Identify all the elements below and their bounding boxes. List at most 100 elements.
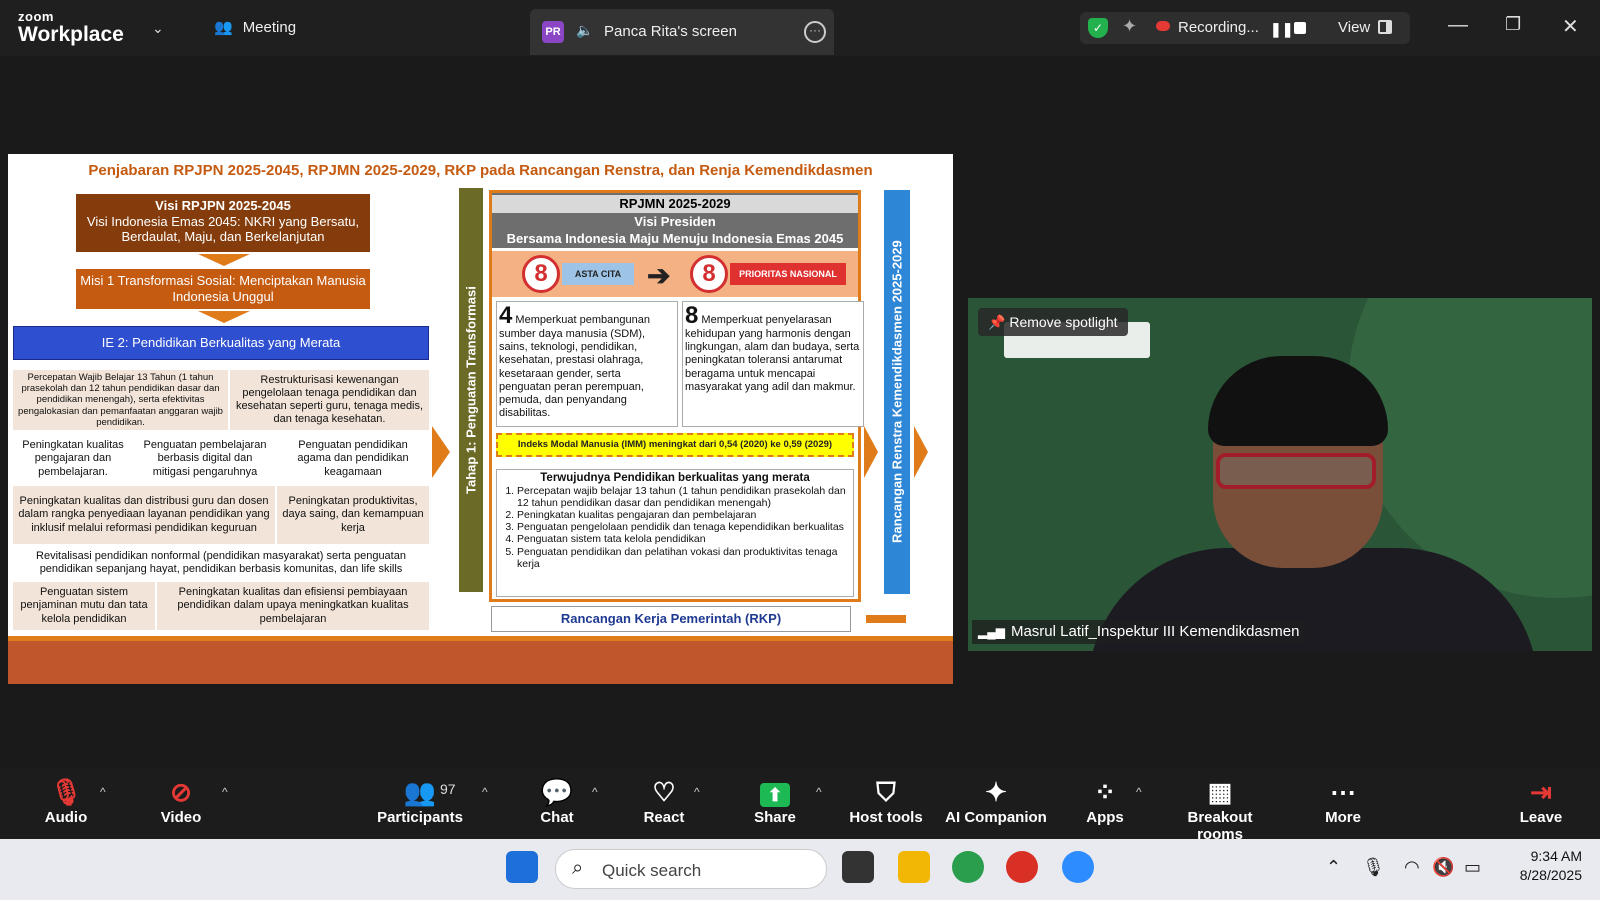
participants-label: Participants <box>377 809 463 826</box>
tahap-bar: Tahap 1: Penguatan Transformasi <box>459 188 483 592</box>
rpjmn-title: RPJMN 2025-2029 <box>492 195 858 213</box>
chrome-profile-icon[interactable] <box>1006 851 1038 883</box>
ai-sparkle-icon[interactable]: ✦ <box>1122 16 1137 37</box>
presenter-avatar: PR <box>542 21 564 43</box>
chat-caret[interactable]: ^ <box>592 785 598 799</box>
view-label[interactable]: View <box>1338 19 1370 36</box>
goal-item: Percepatan wajib belajar 13 tahun (1 tah… <box>517 485 847 509</box>
pause-recording-icon[interactable]: ❚❚ <box>1270 21 1293 38</box>
goal-box: Terwujudnya Pendidikan berkualitas yang … <box>496 469 854 597</box>
meeting-stage: Penjabaran RPJPN 2025-2045, RPJMN 2025-2… <box>0 56 1600 767</box>
tray-chevron-icon[interactable]: ⌃ <box>1326 857 1341 878</box>
task-view-icon[interactable] <box>842 851 874 883</box>
more-label: More <box>1325 809 1361 826</box>
file-explorer-icon[interactable] <box>898 851 930 883</box>
priority-8-text: Memperkuat penyelarasan kehidupan yang h… <box>685 314 860 393</box>
apps-icon: ⁘ <box>1094 777 1116 807</box>
react-label: React <box>643 809 685 826</box>
share-caret[interactable]: ^ <box>816 785 822 799</box>
react-button[interactable]: ♡ React <box>640 775 688 826</box>
participants-caret[interactable]: ^ <box>482 785 488 799</box>
eight-badge: 8 <box>522 255 560 293</box>
zoom-app-icon[interactable] <box>1062 851 1094 883</box>
react-caret[interactable]: ^ <box>694 785 700 799</box>
recording-label: Recording... <box>1178 19 1259 36</box>
breakout-rooms-button[interactable]: ▦ Breakout rooms <box>1164 775 1276 843</box>
goal-title: Terwujudnya Pendidikan berkualitas yang … <box>540 472 810 484</box>
leave-icon: ⇥ <box>1530 777 1552 807</box>
screen-share-indicator[interactable]: PR 🔈 Panca Rita's screen ··· <box>530 9 834 55</box>
apps-caret[interactable]: ^ <box>1136 785 1142 799</box>
chat-button[interactable]: 💬 Chat <box>536 775 578 826</box>
priority-8-num: 8 <box>685 302 699 329</box>
signal-bars-icon: ▂▄▆ <box>978 625 1005 639</box>
strategy-cell: Revitalisasi pendidikan nonformal (pendi… <box>13 546 429 580</box>
slide-title: Penjabaran RPJPN 2025-2045, RPJMN 2025-2… <box>88 162 873 179</box>
host-tools-button[interactable]: ⛉ Host tools <box>848 775 924 826</box>
goal-item: Penguatan pendidikan dan pelatihan vokas… <box>517 546 847 570</box>
zoom-logo: zoom Workplace <box>18 10 124 45</box>
cloud-recording-icon <box>1156 21 1170 31</box>
prioritas-label: PRIORITAS NASIONAL <box>730 263 846 285</box>
video-button[interactable]: ⊘ Video <box>154 775 208 826</box>
brand-top: zoom <box>18 9 54 24</box>
apps-button[interactable]: ⁘ Apps <box>1084 775 1126 826</box>
audio-caret[interactable]: ^ <box>100 785 106 799</box>
spotlight-label: Remove spotlight <box>1009 314 1118 330</box>
share-label: Share <box>754 809 796 826</box>
ai-companion-button[interactable]: ✦ AI Companion <box>944 775 1048 826</box>
microphone-tray-icon[interactable]: 🎙 <box>1362 857 1385 878</box>
video-caret[interactable]: ^ <box>222 785 228 799</box>
priority-4-num: 4 <box>499 302 513 329</box>
strategy-cell: Peningkatan kualitas pengajaran dan pemb… <box>13 436 133 482</box>
close-icon[interactable]: ✕ <box>1562 14 1579 39</box>
heart-icon: ♡ <box>652 777 676 807</box>
meeting-toolbar: 🎙 Audio ^ ⊘ Video ^ 👥 Participants 97 ^ … <box>0 767 1600 843</box>
audio-button[interactable]: 🎙 Audio <box>40 775 92 826</box>
strategy-cell: Peningkatan kualitas dan distribusi guru… <box>13 486 275 544</box>
chevron-down-icon[interactable]: ⌄ <box>152 20 164 37</box>
more-button[interactable]: ⋯ More <box>1320 775 1366 826</box>
wifi-icon[interactable]: ◠ <box>1404 857 1420 878</box>
arrow-right-icon: ➔ <box>647 260 671 291</box>
asta-cita-label: ASTA CITA <box>562 263 634 285</box>
restore-icon[interactable]: ❐ <box>1505 14 1521 35</box>
leave-button[interactable]: ⇥ Leave <box>1518 775 1564 826</box>
rpjmn-header: RPJMN 2025-2029 Visi Presiden Bersama In… <box>492 193 858 248</box>
meeting-menu[interactable]: 👥 Meeting <box>214 18 296 37</box>
strategy-cell: Penguatan pendidikan agama dan pendidika… <box>277 436 429 482</box>
share-button[interactable]: ⬆ Share <box>750 775 800 826</box>
priority-8: 8 Memperkuat penyelarasan kehidupan yang… <box>682 301 864 427</box>
strategy-cell: Percepatan Wajib Belajar 13 Tahun (1 tah… <box>13 370 228 430</box>
goal-item: Peningkatan kualitas pengajaran dan pemb… <box>517 509 847 521</box>
participant-name: Masrul Latif_Inspektur III Kemendikdasme… <box>1010 623 1300 640</box>
battery-icon[interactable]: ▭ <box>1464 857 1481 878</box>
strategy-cell: Penguatan sistem penjaminan mutu dan tat… <box>13 582 155 630</box>
priority-4-text: Memperkuat pembangunan sumber daya manus… <box>499 314 650 420</box>
more-options-icon[interactable]: ··· <box>804 21 826 43</box>
down-arrow <box>198 311 250 323</box>
chrome-icon[interactable] <box>952 851 984 883</box>
ai-label: AI Companion <box>945 809 1047 826</box>
remove-spotlight-button[interactable]: 📌 Remove spotlight <box>978 308 1128 336</box>
visi-title: Visi RPJPN 2025-2045 <box>155 198 291 213</box>
pin-icon: 📌 <box>988 314 1006 330</box>
taskbar-search[interactable]: ⌕ Quick search <box>555 849 827 889</box>
view-layout-icon[interactable] <box>1378 20 1392 34</box>
participant-glasses <box>1216 453 1376 489</box>
speaker-icon[interactable]: 🔈 <box>576 22 593 39</box>
stop-recording-icon[interactable] <box>1294 22 1306 34</box>
minimize-icon[interactable]: — <box>1448 14 1468 37</box>
top-bar: zoom Workplace ⌄ 👥 Meeting PR 🔈 Panca Ri… <box>0 0 1600 56</box>
system-clock[interactable]: 9:34 AM 8/28/2025 <box>1500 847 1582 885</box>
chat-icon: 💬 <box>540 777 574 807</box>
goal-item: Penguatan sistem tata kelola pendidikan <box>517 533 847 545</box>
windows-start-icon[interactable] <box>506 851 538 883</box>
brand-bottom: Workplace <box>18 23 124 46</box>
spotlight-video[interactable]: 📌 Remove spotlight ▂▄▆ Masrul Latif_Inspe… <box>968 298 1592 651</box>
ie2-box: IE 2: Pendidikan Berkualitas yang Merata <box>13 326 429 360</box>
security-shield-icon[interactable]: ✓ <box>1088 18 1108 38</box>
volume-muted-icon[interactable]: 🔇 <box>1432 857 1454 878</box>
strategy-cell: Restrukturisasi kewenangan pengelolaan t… <box>230 370 429 430</box>
strategy-cell: Penguatan pembelajaran berbasis digital … <box>135 436 275 482</box>
